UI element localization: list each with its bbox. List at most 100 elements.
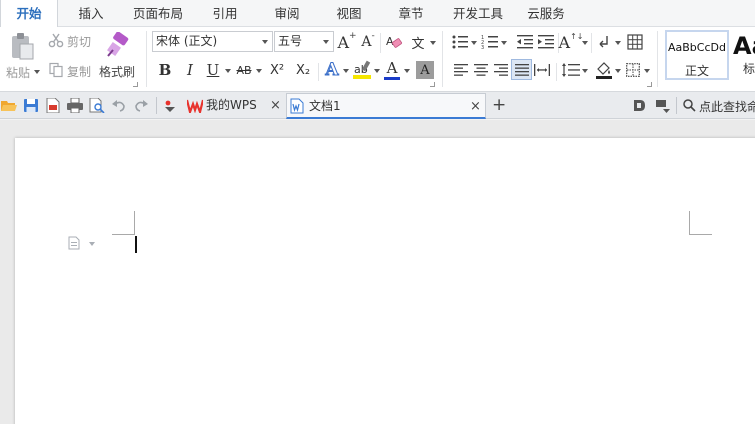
numbering-button[interactable]: 1 2 3 xyxy=(480,32,500,52)
phonetic-guide-button[interactable]: 文 xyxy=(408,31,428,53)
underline-dropdown-icon[interactable] xyxy=(225,69,231,73)
tab-developer[interactable]: 开发工具 xyxy=(446,0,510,27)
grow-font-button[interactable]: A + xyxy=(337,31,356,52)
tab-review[interactable]: 审阅 xyxy=(262,0,312,27)
tab-home[interactable]: 开始 xyxy=(0,0,58,28)
style-heading-preview: Aa xyxy=(733,32,755,60)
copy-button[interactable]: 复制 xyxy=(67,63,91,80)
export-pdf-icon[interactable] xyxy=(45,98,61,113)
collapse-ribbon-icon[interactable] xyxy=(655,98,671,113)
eraser-icon: A xyxy=(386,35,403,48)
cut-button[interactable]: 剪切 xyxy=(67,33,91,50)
font-dialog-launcher[interactable] xyxy=(430,82,435,87)
chevron-down-icon xyxy=(323,40,329,44)
close-icon[interactable]: × xyxy=(270,93,281,118)
paste-button[interactable] xyxy=(6,30,38,62)
save-icon[interactable] xyxy=(23,98,39,113)
text-effect-dropdown-icon[interactable] xyxy=(343,69,349,73)
bold-button[interactable]: B xyxy=(156,60,174,80)
grow-font-icon: A xyxy=(337,32,350,52)
underline-button[interactable]: U xyxy=(204,60,222,80)
crop-mark-top-right-v xyxy=(689,211,690,234)
font-size-step-dropdown-icon[interactable] xyxy=(582,41,588,45)
paragraph-dialog-launcher[interactable] xyxy=(647,82,652,87)
clipboard-dialog-launcher[interactable] xyxy=(133,82,138,87)
font-color-button[interactable]: A xyxy=(382,59,402,81)
align-right-button[interactable] xyxy=(492,61,510,79)
numbering-dropdown-icon[interactable] xyxy=(501,41,507,45)
paste-dropdown-icon[interactable] xyxy=(34,70,40,74)
show-marks-dropdown-icon[interactable] xyxy=(615,41,621,45)
undo-icon[interactable] xyxy=(111,98,127,113)
format-painter-button[interactable] xyxy=(102,30,132,60)
align-center-icon xyxy=(474,64,488,76)
strikethrough-button[interactable]: AB xyxy=(233,60,255,80)
line-spacing-button[interactable] xyxy=(561,61,581,79)
text-effect-button[interactable]: A xyxy=(322,59,342,81)
shading-dropdown-icon[interactable] xyxy=(615,69,621,73)
paragraph-handle-dropdown-icon[interactable] xyxy=(89,242,95,246)
menu-bar: 开始 插入 页面布局 引用 审阅 视图 章节 开发工具 云服务 xyxy=(0,0,755,28)
bullets-dropdown-icon[interactable] xyxy=(471,41,477,45)
distribute-icon xyxy=(534,64,550,76)
subscript-button[interactable]: X₂ xyxy=(292,60,314,80)
doc-tab-label: 我的WPS xyxy=(206,98,257,112)
decrease-indent-button[interactable] xyxy=(515,32,535,52)
font-size-step-button[interactable]: A ↑↓ xyxy=(559,31,584,53)
borders-button[interactable] xyxy=(624,61,642,79)
command-search[interactable]: 点此查找命 xyxy=(682,92,755,119)
doc-tab-document1[interactable]: 文档1 × xyxy=(286,93,486,119)
divider xyxy=(676,97,677,114)
distribute-button[interactable] xyxy=(533,61,551,79)
show-marks-button[interactable] xyxy=(596,32,614,52)
paragraph-handle-icon[interactable] xyxy=(68,236,80,250)
line-spacing-dropdown-icon[interactable] xyxy=(582,69,588,73)
superscript-button[interactable]: X² xyxy=(266,60,288,80)
style-normal[interactable]: AaBbCcDd 正文 xyxy=(665,30,729,80)
shrink-font-button[interactable]: A- xyxy=(359,31,377,52)
clear-format-button[interactable]: A xyxy=(384,32,404,52)
doc-assist-icon[interactable] xyxy=(631,98,647,113)
align-center-button[interactable] xyxy=(472,61,490,79)
text-cursor xyxy=(135,236,137,253)
borders-dropdown-icon[interactable] xyxy=(644,69,650,73)
document-page[interactable] xyxy=(15,138,755,424)
insert-table-button[interactable] xyxy=(625,32,645,52)
style-heading-1[interactable]: Aa 标 xyxy=(731,30,755,80)
new-tab-button[interactable]: + xyxy=(492,94,506,116)
font-name-select[interactable]: 宋体 (正文) xyxy=(152,31,273,52)
tab-view[interactable]: 视图 xyxy=(324,0,374,27)
quick-access-toolbar: 我的WPS × 文档1 × + 点此查找命 xyxy=(0,92,755,119)
wps-logo-icon xyxy=(187,99,203,113)
divider xyxy=(657,31,658,87)
tab-chapter[interactable]: 章节 xyxy=(386,0,436,27)
highlight-button[interactable]: ab xyxy=(352,59,372,81)
writer-document-icon xyxy=(290,98,304,114)
bullets-button[interactable] xyxy=(450,32,470,52)
character-shading-button[interactable]: A xyxy=(416,61,434,79)
crop-mark-top-left-v xyxy=(134,211,135,234)
doc-tab-my-wps[interactable]: 我的WPS × xyxy=(184,93,284,119)
tab-insert[interactable]: 插入 xyxy=(66,0,116,27)
italic-button[interactable]: I xyxy=(181,60,199,80)
phonetic-dropdown-icon[interactable] xyxy=(430,41,436,45)
paragraph-mark-icon xyxy=(599,36,608,48)
tab-cloud[interactable]: 云服务 xyxy=(520,0,572,27)
print-icon[interactable] xyxy=(67,98,83,113)
customize-toolbar-icon[interactable] xyxy=(162,98,178,113)
divider xyxy=(556,63,557,81)
open-folder-icon[interactable] xyxy=(1,98,17,113)
redo-icon[interactable] xyxy=(133,98,149,113)
close-icon[interactable]: × xyxy=(470,94,481,119)
align-justify-button[interactable] xyxy=(511,59,532,80)
shading-button[interactable] xyxy=(594,60,614,80)
print-preview-icon[interactable] xyxy=(89,98,105,113)
strikethrough-dropdown-icon[interactable] xyxy=(256,69,262,73)
font-color-dropdown-icon[interactable] xyxy=(404,69,410,73)
font-size-select[interactable]: 五号 xyxy=(274,31,334,52)
highlight-dropdown-icon[interactable] xyxy=(374,69,380,73)
align-left-button[interactable] xyxy=(452,61,470,79)
increase-indent-button[interactable] xyxy=(536,32,556,52)
tab-references[interactable]: 引用 xyxy=(200,0,250,27)
tab-page-layout[interactable]: 页面布局 xyxy=(126,0,190,27)
